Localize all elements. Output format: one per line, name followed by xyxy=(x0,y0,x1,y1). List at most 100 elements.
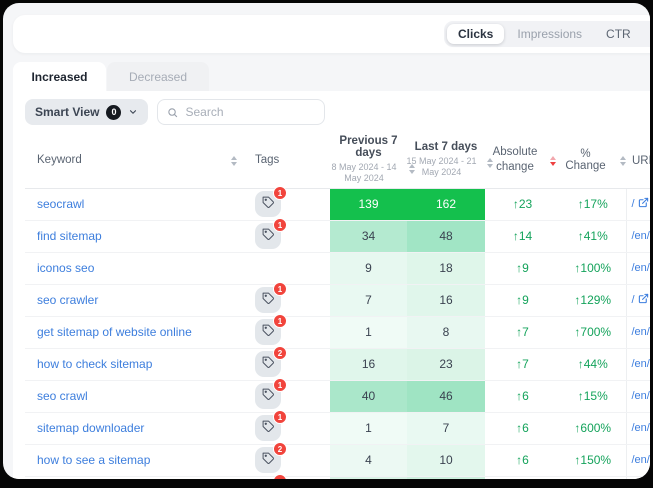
absolute-change-cell: ↑6 xyxy=(485,380,560,412)
absolute-change-cell: ↑9 xyxy=(485,252,560,284)
url-link[interactable]: / xyxy=(626,188,650,220)
prev-value-cell: 1 xyxy=(330,316,407,348)
url-link[interactable]: /en/ xyxy=(626,252,650,284)
tag-button[interactable]: 1 xyxy=(255,191,281,217)
col-header-keyword: Keyword xyxy=(37,154,82,166)
percent-change-cell: ↑17% xyxy=(560,188,626,220)
screenshot-frame: Clicks Impressions CTR Avg Position Incr… xyxy=(0,0,653,488)
tag-count-badge: 1 xyxy=(273,282,287,296)
prev-value-cell: 16 xyxy=(330,348,407,380)
absolute-change-cell: ↑6 xyxy=(485,412,560,444)
url-link[interactable]: /en/ xyxy=(626,380,650,412)
tab-increased[interactable]: Increased xyxy=(13,62,106,92)
percent-change-cell: ↑600% xyxy=(560,412,626,444)
url-link[interactable]: /en/ xyxy=(626,348,650,380)
table-row-partial xyxy=(25,476,650,479)
last-value-cell: 23 xyxy=(407,348,485,380)
last-value-cell: 16 xyxy=(407,284,485,316)
tag-button[interactable]: 2 xyxy=(255,447,281,473)
search-input[interactable] xyxy=(185,105,305,119)
tab-decreased[interactable]: Decreased xyxy=(107,62,209,92)
last-value-cell: 46 xyxy=(407,380,485,412)
keyword-link[interactable]: seo crawler xyxy=(25,284,245,316)
tag-icon xyxy=(262,356,275,372)
sort-absolute-change-icon-active[interactable] xyxy=(550,156,556,166)
metric-option-ctr[interactable]: CTR xyxy=(595,24,642,44)
table-row: get sitemap of website online 1 1 8 ↑7 ↑… xyxy=(25,316,650,348)
table-row: how to check sitemap 2 16 23 ↑7 ↑44% /en… xyxy=(25,348,650,380)
keyword-link[interactable]: get sitemap of website online xyxy=(25,316,245,348)
smart-view-dropdown[interactable]: Smart View 0 xyxy=(25,99,148,125)
results-panel: Smart View 0 Keyword xyxy=(13,91,650,479)
external-link-icon[interactable] xyxy=(638,293,649,307)
prev-value-cell: 4 xyxy=(330,444,407,476)
prev-value-cell: 40 xyxy=(330,380,407,412)
table-row: sitemap downloader 1 1 7 ↑6 ↑600% /en/ xyxy=(25,412,650,444)
keyword-link[interactable]: find sitemap xyxy=(25,220,245,252)
prev-value-cell: 7 xyxy=(330,284,407,316)
tag-count-badge: 1 xyxy=(273,410,287,424)
tag-button[interactable]: 1 xyxy=(255,287,281,313)
tag-button[interactable]: 2 xyxy=(255,351,281,377)
prev-value-cell xyxy=(330,476,407,479)
last-value-cell: 7 xyxy=(407,412,485,444)
tag-button[interactable]: 1 xyxy=(255,415,281,441)
tag-icon xyxy=(262,388,275,404)
last-value-cell: 10 xyxy=(407,444,485,476)
table-row: iconos seo 9 18 ↑9 ↑100% /en/ xyxy=(25,252,650,284)
smart-view-label: Smart View xyxy=(35,105,99,119)
tag-button[interactable]: 1 xyxy=(255,223,281,249)
last-value-cell: 48 xyxy=(407,220,485,252)
last-value-cell: 18 xyxy=(407,252,485,284)
last-value-cell: 8 xyxy=(407,316,485,348)
col-header-previous: Previous 7 days 8 May 2024 - 14 May 2024 xyxy=(330,135,407,185)
url-link[interactable]: / xyxy=(626,284,650,316)
absolute-change-cell: ↑6 xyxy=(485,444,560,476)
table-row: find sitemap 1 34 48 ↑14 ↑41% /en/ xyxy=(25,220,650,252)
tag-button[interactable]: 1 xyxy=(255,319,281,345)
external-link-icon[interactable] xyxy=(638,197,649,211)
absolute-change-cell: ↑23 xyxy=(485,188,560,220)
tag-button[interactable]: 1 xyxy=(255,383,281,409)
sort-percent-change-icon[interactable] xyxy=(620,156,626,166)
keyword-link[interactable]: seo crawl xyxy=(25,380,245,412)
search-box xyxy=(157,99,325,125)
url-link[interactable]: /en/ xyxy=(626,444,650,476)
metric-option-clicks[interactable]: Clicks xyxy=(447,24,504,44)
sort-keyword-icon[interactable] xyxy=(231,156,237,166)
tag-icon xyxy=(262,292,275,308)
url-link[interactable]: /en/ xyxy=(626,316,650,348)
tag-icon xyxy=(262,420,275,436)
tag-count-badge: 1 xyxy=(273,378,287,392)
keyword-link[interactable]: how to see a sitemap xyxy=(25,444,245,476)
prev-value-cell: 9 xyxy=(330,252,407,284)
keyword-link[interactable]: iconos seo xyxy=(25,252,245,284)
filter-bar: Smart View 0 xyxy=(13,91,650,125)
url-link[interactable]: /en/ xyxy=(626,412,650,444)
chevron-down-icon xyxy=(128,107,138,117)
tag-count-badge: 2 xyxy=(273,346,287,360)
keyword-link[interactable] xyxy=(25,476,245,479)
url-link[interactable]: /en/ xyxy=(626,220,650,252)
keyword-link[interactable]: seocrawl xyxy=(25,188,245,220)
metric-option-impressions[interactable]: Impressions xyxy=(506,24,593,44)
url-link[interactable] xyxy=(626,476,650,479)
prev-value-cell: 34 xyxy=(330,220,407,252)
table-row: seocrawl 1 139 162 ↑23 ↑17% / xyxy=(25,188,650,220)
keyword-link[interactable]: sitemap downloader xyxy=(25,412,245,444)
percent-change-cell xyxy=(560,476,626,479)
smart-view-count-badge: 0 xyxy=(106,105,121,120)
app-window: Clicks Impressions CTR Avg Position Incr… xyxy=(3,3,650,479)
last-value-cell xyxy=(407,476,485,479)
table-row: seo crawler 1 7 16 ↑9 ↑129% / xyxy=(25,284,650,316)
metric-option-avg-position[interactable]: Avg Position xyxy=(644,24,650,44)
keyword-link[interactable]: how to check sitemap xyxy=(25,348,245,380)
table-row: how to see a sitemap 2 4 10 ↑6 ↑150% /en… xyxy=(25,444,650,476)
percent-change-cell: ↑41% xyxy=(560,220,626,252)
metric-switcher: Clicks Impressions CTR Avg Position xyxy=(444,21,650,47)
keywords-table: Keyword Tags Previous 7 days 8 May 2024 … xyxy=(25,132,650,479)
tag-count-badge: 2 xyxy=(273,442,287,456)
prev-value-cell: 1 xyxy=(330,412,407,444)
absolute-change-cell: ↑9 xyxy=(485,284,560,316)
tag-icon xyxy=(262,228,275,244)
